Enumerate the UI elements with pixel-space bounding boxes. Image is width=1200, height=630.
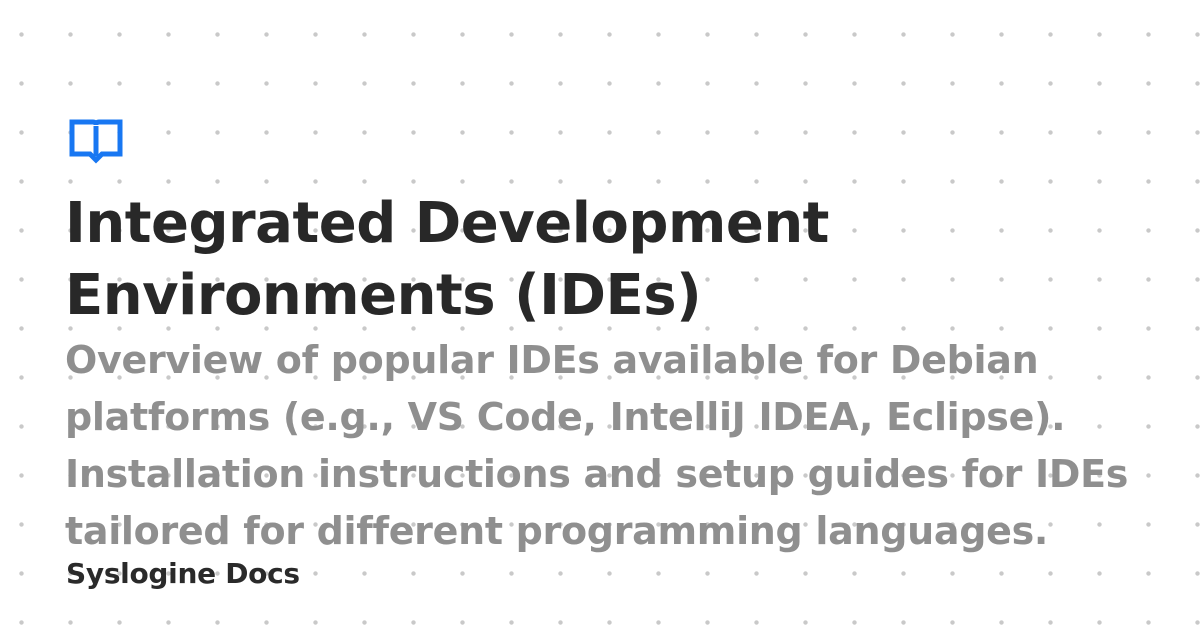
social-card: Integrated Development Environments (IDE…: [0, 0, 1200, 630]
page-title: Integrated Development Environments (IDE…: [65, 191, 829, 328]
site-name: Syslogine Docs: [66, 557, 300, 590]
book-icon: [69, 119, 123, 164]
page-description: Overview of popular IDEs available for D…: [65, 338, 1129, 553]
